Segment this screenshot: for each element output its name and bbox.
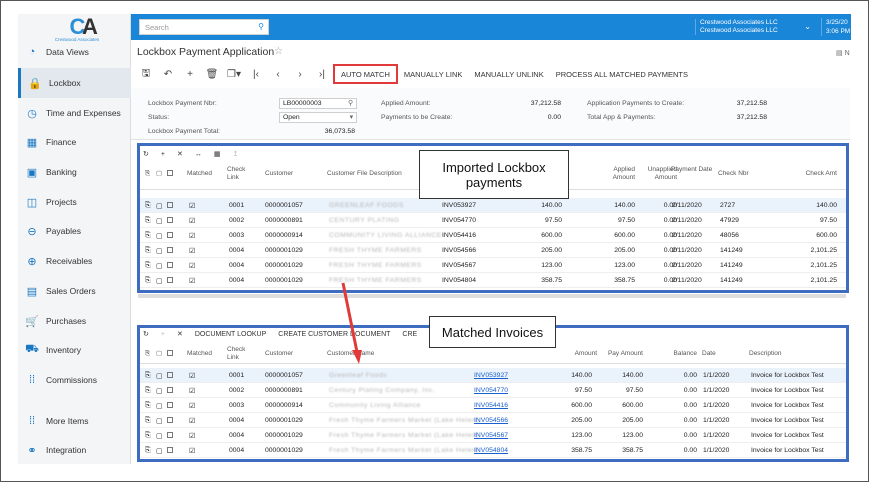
date-time[interactable]: 3/25/20 3:06 PM <box>821 18 850 36</box>
company-branch: Crestwood Associates LLC <box>700 27 778 34</box>
sidebar-item-integration[interactable]: ⚭ Integration <box>18 435 131 465</box>
top-bar: Search ⚲ Crestwood Associates LLC Crestw… <box>131 14 851 40</box>
applied-amount-label: Applied Amount: <box>381 100 431 107</box>
current-time: 3:06 PM <box>826 28 851 35</box>
total-app-label: Total App & Payments: <box>587 114 656 121</box>
receivables-icon: ⊕ <box>27 255 37 268</box>
sidebar-item-lockbox[interactable]: 🔒 Lockbox <box>18 68 131 98</box>
sidebar-item-label: Payables <box>46 226 81 236</box>
bank-icon: ▣ <box>26 166 38 179</box>
manually-unlink-button[interactable]: MANUALLY UNLINK <box>468 64 549 84</box>
app-payments-value: 37,212.58 <box>736 100 767 107</box>
sidebar-item-label: Inventory <box>46 345 81 355</box>
last-record-icon[interactable]: ›| <box>311 69 333 80</box>
applied-amount-value: 37,212.58 <box>530 100 561 107</box>
sidebar-item-label: Time and Expenses <box>46 108 121 118</box>
search-icon[interactable]: ⚲ <box>348 99 353 107</box>
company-selector[interactable]: Crestwood Associates LLC Crestwood Assoc… <box>695 19 811 35</box>
clock-icon: ◷ <box>27 107 37 120</box>
sidebar-item-label: Commissions <box>46 375 98 385</box>
sidebar: C A Crestwood Associates ◔ Data Views 🔒 Loc… <box>18 14 131 464</box>
imported-callout: Imported Lockbox payments <box>419 150 569 199</box>
sidebar-item-sales-orders[interactable]: ▤ Sales Orders <box>18 276 131 306</box>
toolbar: 🖫 ↶ + 🗑 ❐▾ |‹ ‹ › ›| AUTO MATCH MANUALLY… <box>135 62 850 86</box>
save-icon[interactable]: 🖫 <box>135 66 157 83</box>
sidebar-item-payables[interactable]: ⊖ Payables <box>18 216 131 246</box>
summary-panel: Lockbox Payment Nbr: LB00000003 ⚲ Status… <box>131 88 850 140</box>
sidebar-item-more-items[interactable]: ⁞⁞ More Items <box>18 406 131 436</box>
sidebar-item-data-views[interactable]: ◔ Data Views <box>18 37 131 67</box>
sidebar-item-label: Data Views <box>46 47 89 57</box>
first-record-icon[interactable]: |‹ <box>245 69 267 80</box>
svg-text:A: A <box>82 14 98 39</box>
sidebar-item-label: More Items <box>46 416 89 426</box>
current-date: 3/25/20 <box>826 19 848 26</box>
chevron-down-icon[interactable]: ⌄ <box>804 23 811 31</box>
search-placeholder: Search <box>145 23 169 32</box>
next-record-icon[interactable]: › <box>289 69 311 80</box>
cart-icon: 🛒 <box>25 315 39 328</box>
status-select[interactable]: Open ▾ <box>279 112 357 123</box>
process-all-button[interactable]: PROCESS ALL MATCHED PAYMENTS <box>550 64 694 84</box>
total-app-value: 37,212.58 <box>736 114 767 121</box>
sidebar-item-banking[interactable]: ▣ Banking <box>18 157 131 187</box>
sidebar-item-label: Projects <box>46 197 77 207</box>
lockbox-payment-nbr-label: Lockbox Payment Nbr: <box>148 100 217 107</box>
manually-link-button[interactable]: MANUALLY LINK <box>398 64 469 84</box>
grid-icon: ⁞⁞ <box>28 415 36 427</box>
sidebar-item-label: Banking <box>46 167 77 177</box>
grid-icon: ⁞⁞ <box>28 374 36 386</box>
sidebar-item-receivables[interactable]: ⊕ Receivables <box>18 246 131 276</box>
truck-icon: ⛟ <box>25 343 39 355</box>
horizontal-scrollbar[interactable] <box>138 294 846 298</box>
sales-orders-icon: ▤ <box>26 285 38 298</box>
total-value: 36,073.58 <box>324 128 355 135</box>
chevron-down-icon[interactable]: ▾ <box>350 113 353 121</box>
sidebar-item-finance[interactable]: ▦ Finance <box>18 127 131 157</box>
sidebar-item-label: Sales Orders <box>46 286 96 296</box>
pie-chart-icon: ◔ <box>28 46 36 58</box>
integration-icon: ⚭ <box>27 444 37 457</box>
sidebar-item-inventory[interactable]: ⛟ Inventory <box>18 335 131 365</box>
star-icon[interactable]: ☆ <box>274 46 283 57</box>
total-label: Lockbox Payment Total: <box>148 128 221 135</box>
sidebar-item-time-and-expenses[interactable]: ◷ Time and Expenses <box>18 98 131 128</box>
payments-to-create-value: 0.00 <box>547 114 561 121</box>
copy-icon[interactable]: ❐▾ <box>223 69 245 80</box>
auto-match-button[interactable]: AUTO MATCH <box>333 64 398 84</box>
previous-record-icon[interactable]: ‹ <box>267 69 289 80</box>
search-icon[interactable]: ⚲ <box>258 22 264 31</box>
app-payments-label: Application Payments to Create: <box>587 100 685 107</box>
payments-to-create-label: Payments to be Create: <box>381 114 453 121</box>
add-icon[interactable]: + <box>179 69 201 80</box>
sidebar-item-commissions[interactable]: ⁞⁞ Commissions <box>18 365 131 395</box>
projects-icon: ◫ <box>26 196 38 209</box>
delete-icon[interactable]: 🗑 <box>201 69 223 80</box>
lock-icon: 🔒 <box>28 77 42 90</box>
finance-icon: ▦ <box>26 136 38 149</box>
sidebar-item-label: Receivables <box>46 256 93 266</box>
sidebar-item-label: Purchases <box>46 316 87 326</box>
undo-icon[interactable]: ↶ <box>157 69 179 80</box>
status-label: Status: <box>148 114 170 121</box>
payables-icon: ⊖ <box>27 225 37 238</box>
sidebar-item-projects[interactable]: ◫ Projects <box>18 187 131 217</box>
sidebar-item-purchases[interactable]: 🛒 Purchases <box>18 306 131 336</box>
company-name: Crestwood Associates LLC <box>700 19 778 26</box>
matched-callout: Matched Invoices <box>429 316 556 348</box>
sidebar-item-label: Lockbox <box>49 78 81 88</box>
page-title: Lockbox Payment Application <box>137 46 275 58</box>
sidebar-item-label: Integration <box>46 445 87 455</box>
sidebar-item-label: Finance <box>46 137 77 147</box>
notes-button[interactable]: ▤ N <box>836 49 850 57</box>
search-input[interactable]: Search ⚲ <box>139 19 269 35</box>
lockbox-payment-nbr-field[interactable]: LB00000003 ⚲ <box>279 98 357 109</box>
